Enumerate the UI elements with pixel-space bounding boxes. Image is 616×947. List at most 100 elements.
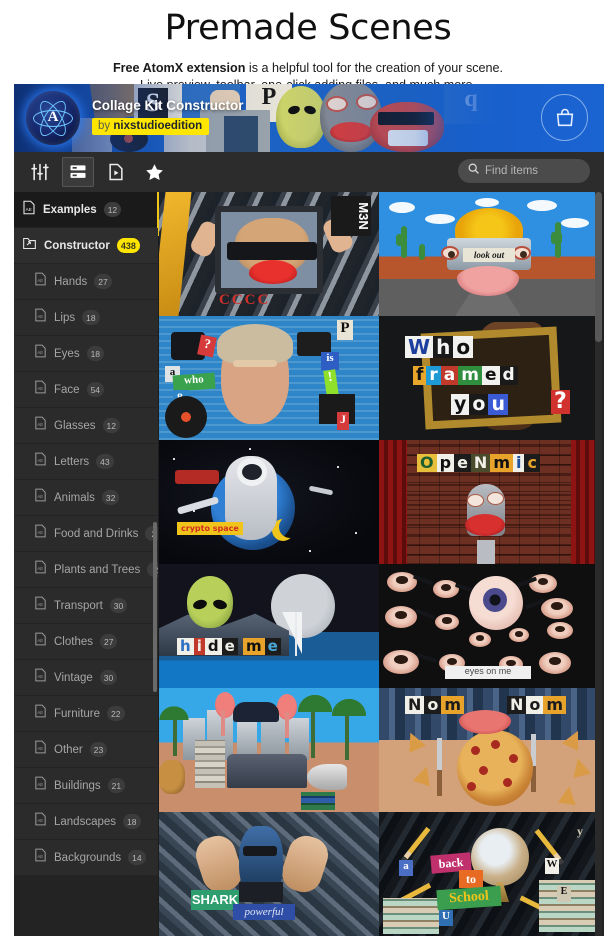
sidebar-item-label: Plants and Trees [54,564,140,576]
search-box[interactable] [458,159,590,183]
sidebar-item-eyes[interactable]: AE Eyes 18 [14,336,158,372]
scene-thumbnail[interactable]: hide me [159,564,379,688]
sidebar-item-label: Letters [54,456,89,468]
sidebar-item-landscapes[interactable]: AE Landscapes 18 [14,804,158,840]
sidebar-item-food-and-drinks[interactable]: AE Food and Drinks 2 [14,516,158,552]
ae-file-icon: AE [34,560,47,579]
scene-caption: eyes on me [445,666,531,679]
ae-file-icon: AE [34,812,47,831]
sidebar-item-buildings[interactable]: AE Buildings 21 [14,768,158,804]
shopping-bag-icon[interactable] [541,94,588,141]
scene-caption: SHARK [191,890,239,910]
ae-file-icon: AE [34,380,47,399]
ae-file-icon: AE [34,632,47,651]
scene-grid: M3N CCCC [159,192,599,936]
svg-text:AE: AE [37,350,43,355]
ae-file-icon: AE [34,848,47,867]
scene-thumbnail[interactable]: OpeNmic [379,440,599,564]
sidebar-item-label: Vintage [54,672,93,684]
svg-text:AE: AE [37,602,43,607]
sidebar-item-label: Eyes [54,348,80,360]
sidebar-item-count: 30 [110,598,127,613]
sidebar-item-other[interactable]: AE Other 23 [14,732,158,768]
sidebar-item-animals[interactable]: AE Animals 32 [14,480,158,516]
scene-caption: who [172,373,215,392]
sidebar-item-label: Buildings [54,780,101,792]
sidebar-item-examples[interactable]: AE Examples 12 [14,192,158,228]
svg-text:AE: AE [37,638,43,643]
ae-file-icon: AE [34,416,47,435]
sidebar-item-clothes[interactable]: AE Clothes 27 [14,624,158,660]
sidebar-item-constructor[interactable]: Constructor 438 [14,228,158,264]
sidebar-item-face[interactable]: AE Face 54 [14,372,158,408]
sidebar-item-vintage[interactable]: AE Vintage 30 [14,660,158,696]
svg-text:AE: AE [37,314,43,319]
sidebar-item-glasses[interactable]: AE Glasses 12 [14,408,158,444]
ae-file-icon: AE [34,776,47,795]
panel-toolbar [14,152,604,192]
search-icon [467,162,480,180]
subtitle-rest: is a helpful tool for the creation of yo… [245,61,503,75]
sliders-icon[interactable] [24,157,56,187]
sidebar-item-backgrounds[interactable]: AE Backgrounds 14 [14,840,158,876]
page-title: Premade Scenes [0,4,616,50]
grid-scrollbar-thumb[interactable] [595,192,602,342]
sidebar-item-count: 12 [103,418,120,433]
ae-file-icon: AE [34,488,47,507]
file-play-icon[interactable] [100,157,132,187]
sidebar-item-label: Transport [54,600,103,612]
search-input[interactable] [485,165,581,177]
sidebar-item-count: 14 [128,850,145,865]
scene-thumbnail[interactable]: a W y E U back to School [379,812,599,936]
product-banner: S P q [14,84,604,152]
scene-thumbnail[interactable]: eyes on me [379,564,599,688]
sidebar-item-transport[interactable]: AE Transport 30 [14,588,158,624]
sidebar-item-letters[interactable]: AE Letters 43 [14,444,158,480]
scene-thumbnail[interactable] [159,688,379,812]
ae-file-icon: AE [34,344,47,363]
page-header: Premade Scenes Free AtomX extension is a… [0,0,616,93]
sidebar-item-label: Hands [54,276,87,288]
scene-thumbnail[interactable]: M3N CCCC [159,192,379,316]
sidebar-item-count: 54 [87,382,104,397]
svg-text:AE: AE [37,818,43,823]
folder-open-icon [22,236,37,256]
sidebar-item-label: Other [54,744,83,756]
sidebar-item-hands[interactable]: AE Hands 27 [14,264,158,300]
sidebar-item-count: 22 [107,706,124,721]
svg-text:AE: AE [37,530,43,535]
sidebar-item-plants-and-trees[interactable]: AE Plants and Trees 2 [14,552,158,588]
scene-thumbnail[interactable]: ? a who & P is ! J [159,316,379,440]
ae-file-icon: AE [34,740,47,759]
scene-thumbnail[interactable]: crypto space [159,440,379,564]
grid-scrollbar[interactable] [595,192,602,936]
author-badge[interactable]: by nixstudioedition [92,118,209,135]
ae-file-icon: AE [34,596,47,615]
sidebar-item-count: 30 [100,670,117,685]
scene-grid-area: M3N CCCC [159,192,604,936]
scene-caption: look out [463,248,515,262]
sidebar-item-label: Face [54,384,80,396]
star-icon[interactable] [138,157,170,187]
sidebar-item-count: 27 [94,274,111,289]
sidebar-item-count: 27 [100,634,117,649]
sidebar-item-label: Glasses [54,420,96,432]
scene-caption-2: to [459,870,483,888]
svg-text:AE: AE [37,458,43,463]
sidebar-item-furniture[interactable]: AE Furniture 22 [14,696,158,732]
sidebar-item-count: 18 [82,310,99,325]
scene-thumbnail[interactable]: SHARK powerful [159,812,379,936]
ae-file-icon: AE [34,668,47,687]
list-view-icon[interactable] [62,157,94,187]
sidebar-item-lips[interactable]: AE Lips 18 [14,300,158,336]
sidebar-scrollbar[interactable] [153,522,157,692]
scene-thumbnail[interactable]: look out [379,192,599,316]
ae-file-icon: AE [34,704,47,723]
svg-text:AE: AE [37,494,43,499]
svg-text:AE: AE [37,854,43,859]
sidebar-item-count: 18 [87,346,104,361]
sidebar-item-label: Landscapes [54,816,116,828]
sidebar-item-label: Animals [54,492,95,504]
scene-thumbnail[interactable]: Who framed you ? [379,316,599,440]
scene-thumbnail[interactable]: Nom Nom [379,688,599,812]
